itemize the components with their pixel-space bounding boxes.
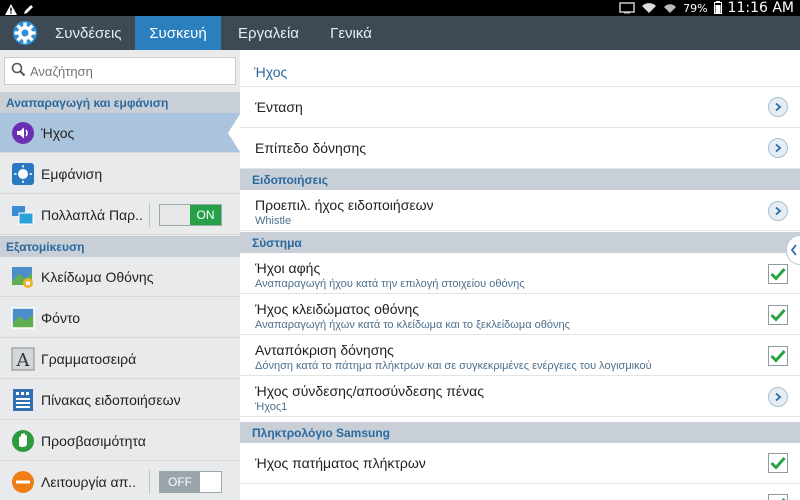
battery-icon <box>713 0 722 18</box>
multi-window-icon <box>11 203 35 227</box>
sidebar-item-label: Φόντο <box>41 309 81 326</box>
touch-sounds-checkbox[interactable] <box>768 264 788 284</box>
sidebar-item-label: Λειτουργία απ.. <box>41 473 137 490</box>
tab-device[interactable]: Συσκευή <box>135 16 221 50</box>
section-system: Σύστημα <box>240 232 800 253</box>
toggle-state-label: OFF <box>160 472 200 492</box>
section-notifications: Ειδοποιήσεις <box>240 169 800 190</box>
row-pen-attach-sound[interactable]: Ήχος σύνδεσης/αποσύνδεσης πένας Ήχος1 <box>240 376 800 417</box>
signal-icon <box>663 0 677 18</box>
row-sublabel: Αναπαραγωγή ήχου κατά την επιλογή στοιχε… <box>255 278 525 290</box>
row-sublabel: Αναπαραγωγή ήχων κατά το κλείδωμα και το… <box>255 319 570 331</box>
chevron-right-icon <box>768 97 788 117</box>
sidebar-item-sound[interactable]: Ήχος <box>0 113 240 153</box>
toggle-state-label: ON <box>190 205 221 225</box>
sidebar-item-label: Προσβασιμότητα <box>41 432 146 449</box>
settings-gear-icon[interactable] <box>0 16 50 50</box>
font-icon: A <box>11 347 35 371</box>
toggle-knob <box>160 205 190 225</box>
row-label: Ήχος κλειδώματος οθόνης <box>255 301 420 317</box>
next-row-checkbox[interactable] <box>768 494 788 500</box>
sidebar-item-font[interactable]: A Γραμματοσειρά <box>0 339 240 379</box>
row-label: Προεπιλ. ήχος ειδοποιήσεων <box>255 197 434 213</box>
chevron-right-icon <box>768 201 788 221</box>
row-screen-lock-sound[interactable]: Ήχος κλειδώματος οθόνης Αναπαραγωγή ήχων… <box>240 294 800 335</box>
tab-connections[interactable]: Συνδέσεις <box>50 16 135 50</box>
search-input[interactable] <box>30 63 220 79</box>
sidebar-item-label: Πολλαπλά Παρ.. <box>41 206 143 223</box>
blocking-mode-toggle[interactable]: OFF <box>159 471 222 493</box>
sidebar-section-personalization: Εξατομίκευση <box>0 236 240 257</box>
sidebar-item-lock-screen[interactable]: Κλείδωμα Οθόνης <box>0 257 240 297</box>
row-haptic-feedback[interactable]: Ανταπόκριση δόνησης Δόνηση κατά το πάτημ… <box>240 335 800 376</box>
key-tap-sound-checkbox[interactable] <box>768 453 788 473</box>
row-label: Ανταπόκριση δόνησης <box>255 342 394 358</box>
row-label: Επίπεδο δόνησης <box>255 140 367 156</box>
row-sublabel: Ήχος1 <box>255 401 288 413</box>
sidebar-item-notification-panel[interactable]: Πίνακας ειδοποιήσεων <box>0 380 240 420</box>
chevron-right-icon <box>768 387 788 407</box>
sidebar-item-blocking-mode[interactable]: Λειτουργία απ.. OFF <box>0 462 240 500</box>
wifi-icon <box>641 0 657 18</box>
settings-sidebar: Αναπαραγωγή και εμφάνιση Ήχος Εμφάνιση Π… <box>0 50 240 500</box>
sidebar-item-label: Εμφάνιση <box>41 165 103 182</box>
lock-screen-icon <box>11 265 35 289</box>
row-touch-sounds[interactable]: Ήχοι αφής Αναπαραγωγή ήχου κατά την επιλ… <box>240 253 800 294</box>
battery-percent: 79% <box>683 1 708 15</box>
row-volume[interactable]: Ένταση <box>240 87 800 128</box>
sidebar-item-multi-window[interactable]: Πολλαπλά Παρ.. ON <box>0 195 240 235</box>
row-sublabel: Whistle <box>255 215 292 227</box>
svg-text:A: A <box>16 350 31 371</box>
sidebar-item-label: Ήχος <box>41 124 75 141</box>
accessibility-hand-icon <box>11 429 35 453</box>
section-samsung-keyboard: Πληκτρολόγιο Samsung <box>240 422 800 443</box>
sidebar-item-wallpaper[interactable]: Φόντο <box>0 298 240 338</box>
row-next-partial[interactable] <box>240 484 800 500</box>
sidebar-item-display[interactable]: Εμφάνιση <box>0 154 240 194</box>
clock: 11:16 AM <box>727 0 794 16</box>
row-key-tap-sound[interactable]: Ήχος πατήματος πλήκτρων <box>240 443 800 484</box>
search-icon <box>11 62 26 81</box>
search-box[interactable] <box>4 57 236 85</box>
settings-tab-bar: Συνδέσεις Συσκευή Εργαλεία Γενικά <box>0 16 800 50</box>
status-bar: 79% 11:16 AM <box>0 0 800 16</box>
row-sublabel: Δόνηση κατά το πάτημα πλήκτρων και σε συ… <box>255 360 652 372</box>
row-label: Ένταση <box>255 99 303 115</box>
cast-icon <box>619 0 635 18</box>
tab-general[interactable]: Γενικά <box>316 16 386 50</box>
row-label: Ήχοι αφής <box>255 260 321 276</box>
page-title: Ήχος <box>254 64 288 80</box>
sidebar-item-accessibility[interactable]: Προσβασιμότητα <box>0 421 240 461</box>
wallpaper-icon <box>11 306 35 330</box>
screen-lock-sound-checkbox[interactable] <box>768 305 788 325</box>
display-brightness-icon <box>11 162 35 186</box>
row-vibration-intensity[interactable]: Επίπεδο δόνησης <box>240 128 800 169</box>
blocking-mode-icon <box>11 470 35 494</box>
row-default-notification-sound[interactable]: Προεπιλ. ήχος ειδοποιήσεων Whistle <box>240 190 800 231</box>
sidebar-item-label: Πίνακας ειδοποιήσεων <box>41 391 181 408</box>
notification-panel-icon <box>11 388 35 412</box>
multi-window-toggle[interactable]: ON <box>159 204 222 226</box>
sound-settings-panel: Ήχος Ένταση Επίπεδο δόνησης Ειδοποιήσεις… <box>240 50 800 500</box>
selection-pointer <box>228 114 240 152</box>
speaker-icon <box>11 121 35 145</box>
row-label: Ήχος σύνδεσης/αποσύνδεσης πένας <box>255 383 484 399</box>
toggle-knob <box>200 472 221 492</box>
sidebar-item-label: Κλείδωμα Οθόνης <box>41 268 154 285</box>
haptic-feedback-checkbox[interactable] <box>768 346 788 366</box>
divider <box>149 203 150 227</box>
tab-tools[interactable]: Εργαλεία <box>221 16 316 50</box>
sidebar-section-playback-display: Αναπαραγωγή και εμφάνιση <box>0 92 240 113</box>
row-label: Ήχος πατήματος πλήκτρων <box>255 455 426 471</box>
chevron-right-icon <box>768 138 788 158</box>
sidebar-item-label: Γραμματοσειρά <box>41 350 137 367</box>
divider <box>149 470 150 494</box>
